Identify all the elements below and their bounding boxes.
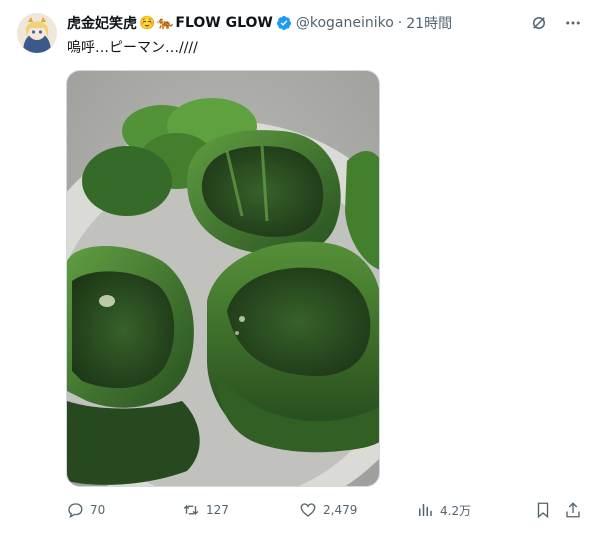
- avatar-image: [17, 13, 57, 53]
- tweet-top-actions: [530, 14, 582, 32]
- repost-count: 127: [206, 503, 229, 517]
- bookmark-action[interactable]: [534, 498, 558, 522]
- tweet: 虎金妃笑虎 ☺️ 🐅 FLOW GLOW @koganeiniko · 21時間…: [0, 0, 600, 533]
- separator-dot: ·: [397, 15, 403, 31]
- avatar[interactable]: [17, 13, 57, 53]
- smiling-emoji: ☺️: [139, 15, 156, 31]
- bookmark-icon: [537, 502, 549, 519]
- green-peppers-photo: [67, 71, 379, 486]
- more-options-icon[interactable]: [564, 14, 582, 32]
- reply-count: 70: [90, 503, 106, 517]
- reply-action[interactable]: 70: [66, 498, 105, 522]
- tweet-text: 嗚呼…ピーマン…////: [67, 40, 198, 56]
- display-name-suffix[interactable]: FLOW GLOW: [175, 15, 272, 31]
- tiger-emoji: 🐅: [157, 15, 174, 31]
- repost-action[interactable]: 127: [182, 498, 229, 522]
- heart-icon: [300, 503, 316, 517]
- verified-badge-icon[interactable]: [276, 15, 292, 31]
- reply-icon: [68, 503, 83, 519]
- like-count: 2,479: [323, 503, 358, 517]
- display-name[interactable]: 虎金妃笑虎: [67, 13, 137, 33]
- timestamp[interactable]: 21時間: [406, 13, 452, 33]
- share-icon: [566, 502, 580, 518]
- views-action[interactable]: 4.2万: [416, 498, 471, 522]
- repost-icon: [183, 504, 199, 516]
- analytics-icon: [419, 504, 432, 516]
- share-action[interactable]: [564, 498, 588, 522]
- view-count: 4.2万: [440, 503, 472, 518]
- tweet-photo[interactable]: [66, 70, 380, 487]
- grok-icon[interactable]: [530, 14, 548, 32]
- user-handle[interactable]: @koganeiniko: [296, 15, 394, 31]
- tweet-actions: 70 127 2,479 4.2万: [0, 498, 600, 522]
- tweet-header: 虎金妃笑虎 ☺️ 🐅 FLOW GLOW @koganeiniko · 21時間: [67, 13, 452, 33]
- like-action[interactable]: 2,479: [299, 498, 357, 522]
